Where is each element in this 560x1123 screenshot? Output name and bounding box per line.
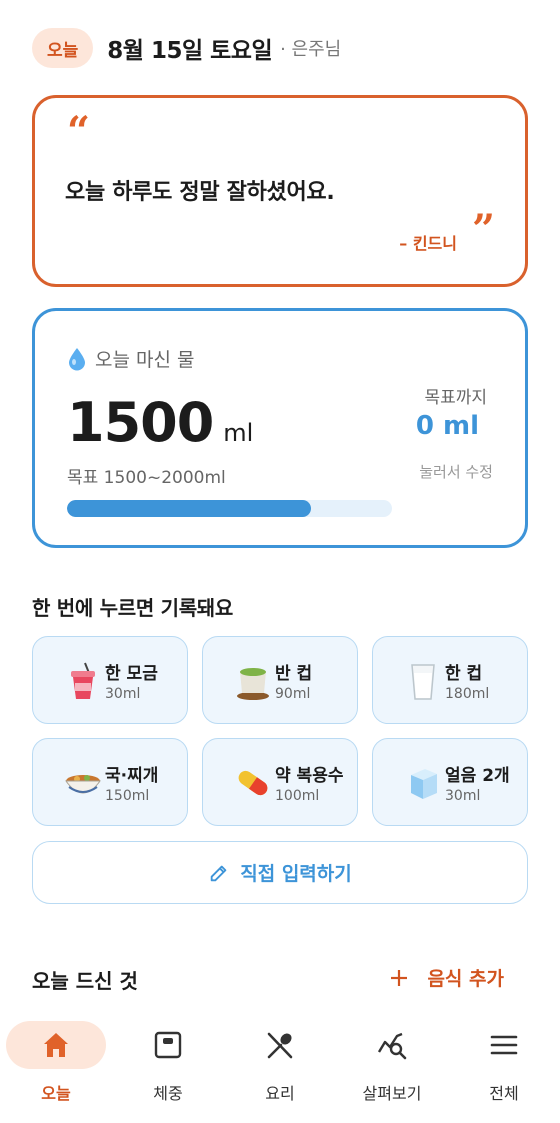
open-quote-icon: “: [67, 108, 91, 155]
remaining-label: 목표까지: [424, 388, 487, 408]
quick-soup-button[interactable]: 국·찌개 150ml: [32, 738, 188, 826]
nav-label: 전체: [489, 1084, 519, 1103]
quick-label: 얼음 2개: [445, 766, 510, 786]
quick-label: 반 컵: [275, 664, 313, 684]
bottom-nav: 오늘 체중 요리 살펴보기 전체: [0, 1016, 560, 1123]
quick-amount: 90ml: [275, 686, 311, 702]
edit-hint: 눌러서 수정: [419, 463, 493, 481]
remaining-value: 0 ml: [415, 411, 479, 441]
menu-icon: [490, 1035, 518, 1055]
nav-label: 체중: [153, 1084, 183, 1103]
add-food-button[interactable]: 음식 추가: [389, 964, 504, 991]
quick-amount: 180ml: [445, 686, 490, 702]
chart-search-icon: [377, 1032, 407, 1060]
water-drop-icon: [69, 347, 85, 370]
add-food-label: 음식 추가: [427, 968, 504, 990]
quote-text: 오늘 하루도 정말 잘하셨어요.: [65, 180, 335, 205]
food-section-title: 오늘 드신 것: [32, 969, 138, 993]
home-icon: [44, 1033, 68, 1057]
water-card-title: 오늘 마신 물: [67, 345, 194, 372]
nav-item-today[interactable]: 오늘: [6, 1016, 106, 1111]
today-badge: 오늘: [32, 28, 94, 68]
scale-icon: [154, 1031, 182, 1059]
quick-record-title: 한 번에 누르면 기록돼요: [32, 596, 233, 620]
water-intake-card[interactable]: 오늘 마신 물 1500 ml 목표 1500~2000ml 목표까지 0 ml…: [32, 308, 528, 548]
water-progress-bar: [67, 500, 392, 517]
quick-label: 약 복용수: [275, 766, 344, 786]
page-title: 8월 15일 토요일: [107, 38, 273, 64]
quick-sip-button[interactable]: 한 모금 30ml: [32, 636, 188, 724]
quick-amount: 150ml: [105, 788, 150, 804]
quick-medicine-water-button[interactable]: 약 복용수 100ml: [202, 738, 358, 826]
nav-item-weight[interactable]: 체중: [118, 1016, 218, 1111]
utensils-icon: [267, 1032, 293, 1059]
soda-cup-icon: [71, 662, 95, 699]
user-name: · 은주님: [280, 39, 342, 60]
close-quote-icon: ”: [471, 206, 495, 253]
plus-icon: [391, 969, 408, 986]
tea-cup-icon: [237, 668, 269, 700]
quick-full-cup-button[interactable]: 한 컵 180ml: [372, 636, 528, 724]
quote-card: “ 오늘 하루도 정말 잘하셨어요. – 킨드니 ”: [32, 95, 528, 287]
manual-input-button[interactable]: 직접 입력하기: [32, 841, 528, 904]
quick-amount: 30ml: [105, 686, 141, 702]
quick-amount: 100ml: [275, 788, 320, 804]
nav-label: 살펴보기: [362, 1084, 422, 1103]
soup-bowl-icon: [65, 775, 101, 794]
nav-label: 오늘: [41, 1084, 71, 1103]
quote-author: – 킨드니: [399, 234, 457, 253]
water-title-label: 오늘 마신 물: [95, 349, 195, 371]
quick-record-grid: 한 모금 30ml 반 컵 90ml 한 컵 180ml 국·찌개 150ml: [32, 636, 528, 826]
nav-item-explore[interactable]: 살펴보기: [342, 1016, 442, 1111]
water-amount-unit: ml: [223, 419, 254, 447]
nav-item-all[interactable]: 전체: [454, 1016, 554, 1111]
quick-amount: 30ml: [445, 788, 481, 804]
nav-label: 요리: [265, 1084, 295, 1103]
water-progress-fill: [67, 500, 311, 517]
water-amount-value: 1500: [67, 391, 214, 454]
pencil-icon: [211, 865, 227, 881]
pill-icon: [238, 770, 268, 796]
quick-label: 한 컵: [445, 664, 483, 684]
quick-label: 국·찌개: [105, 766, 159, 786]
water-goal: 목표 1500~2000ml: [67, 468, 226, 488]
quick-half-cup-button[interactable]: 반 컵 90ml: [202, 636, 358, 724]
manual-input-label: 직접 입력하기: [240, 863, 352, 885]
water-amount: 1500 ml: [67, 391, 253, 454]
quick-ice-button[interactable]: 얼음 2개 30ml: [372, 738, 528, 826]
nav-item-cooking[interactable]: 요리: [230, 1016, 330, 1111]
milk-glass-icon: [411, 664, 435, 700]
page-header: 오늘 8월 15일 토요일 · 은주님: [32, 28, 341, 68]
quick-label: 한 모금: [105, 664, 158, 684]
ice-cube-icon: [411, 769, 437, 799]
